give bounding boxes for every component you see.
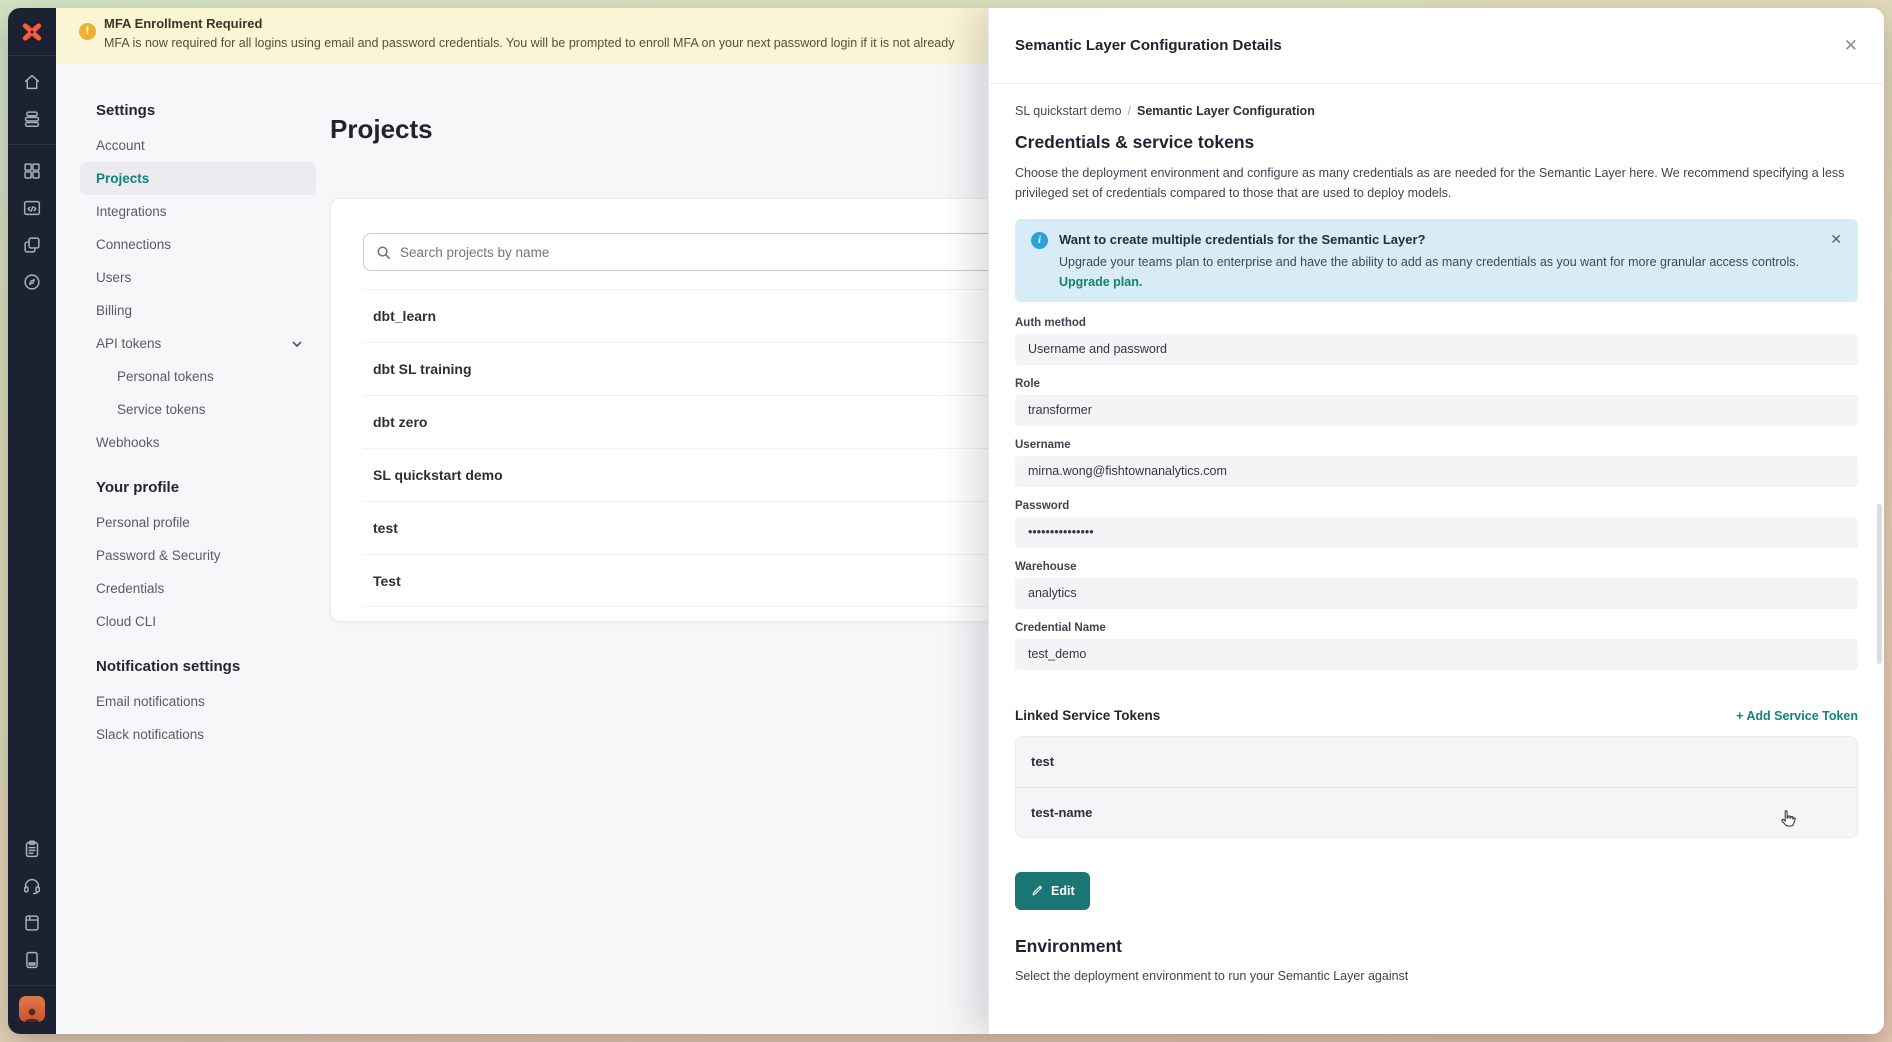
sidebar-item-integrations[interactable]: Integrations bbox=[80, 195, 316, 228]
notification-section-title: Notification settings bbox=[80, 658, 316, 685]
semantic-layer-panel: Semantic Layer Configuration Details ✕ S… bbox=[988, 8, 1884, 1034]
field-label-credential-name: Credential Name bbox=[1015, 622, 1858, 634]
docs-book-icon[interactable] bbox=[14, 904, 50, 941]
sidebar-item-billing[interactable]: Billing bbox=[80, 294, 316, 327]
mobile-app-icon[interactable] bbox=[14, 941, 50, 978]
project-row[interactable]: dbt SL training bbox=[363, 342, 1029, 395]
sidebar-item-personal-tokens[interactable]: Personal tokens bbox=[80, 360, 316, 393]
credentials-description: Choose the deployment environment and co… bbox=[1015, 163, 1858, 203]
sidebar-item-account[interactable]: Account bbox=[80, 129, 316, 162]
breadcrumb-parent[interactable]: SL quickstart demo bbox=[1015, 104, 1122, 118]
sidebar-item-connections[interactable]: Connections bbox=[80, 228, 316, 261]
search-input[interactable] bbox=[400, 245, 1010, 260]
projects-card: dbt_learn dbt SL training dbt zero SL qu… bbox=[330, 198, 1030, 622]
environment-description: Select the deployment environment to run… bbox=[1015, 969, 1858, 983]
field-label-password: Password bbox=[1015, 500, 1858, 512]
panel-title: Semantic Layer Configuration Details bbox=[1015, 37, 1844, 54]
info-icon: i bbox=[1031, 232, 1048, 249]
service-token-row[interactable]: test-name bbox=[1016, 787, 1857, 837]
upgrade-callout-title: Want to create multiple credentials for … bbox=[1059, 232, 1814, 247]
page-title: Projects bbox=[330, 114, 433, 145]
icon-rail bbox=[8, 8, 56, 1034]
environment-heading: Environment bbox=[1015, 936, 1858, 957]
mfa-banner-body: MFA is now required for all logins using… bbox=[104, 36, 978, 50]
panel-body: SL quickstart demo / Semantic Layer Config… bbox=[989, 84, 1884, 983]
upgrade-plan-link[interactable]: Upgrade plan. bbox=[1059, 275, 1814, 289]
profile-section-title: Your profile bbox=[80, 479, 316, 506]
sidebar-item-email-notifications[interactable]: Email notifications bbox=[80, 685, 316, 718]
sidebar-item-api-tokens[interactable]: API tokens bbox=[80, 327, 316, 360]
field-label-username: Username bbox=[1015, 439, 1858, 451]
edit-button[interactable]: Edit bbox=[1015, 872, 1090, 910]
edit-button-label: Edit bbox=[1051, 884, 1075, 898]
explore-compass-icon[interactable] bbox=[14, 263, 50, 300]
breadcrumb-separator: / bbox=[1128, 104, 1131, 118]
upgrade-callout-body: Upgrade your teams plan to enterprise an… bbox=[1059, 253, 1814, 272]
settings-nav-title: Settings bbox=[80, 102, 316, 129]
password-field[interactable]: ••••••••••••••• bbox=[1015, 517, 1858, 548]
deploy-stack-icon[interactable] bbox=[14, 100, 50, 137]
home-icon[interactable] bbox=[14, 63, 50, 100]
service-token-list: test test-name bbox=[1015, 736, 1858, 838]
sidebar-item-slack-notifications[interactable]: Slack notifications bbox=[80, 718, 316, 751]
user-avatar[interactable] bbox=[19, 996, 45, 1022]
project-list: dbt_learn dbt SL training dbt zero SL qu… bbox=[363, 289, 1029, 607]
pencil-icon bbox=[1030, 884, 1044, 898]
role-field[interactable]: transformer bbox=[1015, 395, 1858, 426]
sidebar-item-cloud-cli[interactable]: Cloud CLI bbox=[80, 605, 316, 638]
dbt-logo[interactable] bbox=[8, 8, 56, 56]
credentials-heading: Credentials & service tokens bbox=[1015, 132, 1858, 153]
service-token-row[interactable]: test bbox=[1016, 737, 1857, 787]
callout-close-icon[interactable]: ✕ bbox=[1830, 231, 1842, 248]
settings-nav: Settings Account Projects Integrations C… bbox=[80, 102, 316, 751]
upgrade-callout: i Want to create multiple credentials fo… bbox=[1015, 219, 1858, 302]
field-label-auth-method: Auth method bbox=[1015, 317, 1858, 329]
linked-tokens-heading: Linked Service Tokens bbox=[1015, 708, 1160, 723]
mfa-banner: ! MFA Enrollment Required MFA is now req… bbox=[56, 8, 988, 64]
app-window: ! MFA Enrollment Required MFA is now req… bbox=[8, 8, 1884, 1034]
sidebar-item-projects[interactable]: Projects bbox=[80, 162, 316, 195]
close-icon[interactable]: ✕ bbox=[1844, 37, 1858, 54]
field-label-warehouse: Warehouse bbox=[1015, 561, 1858, 573]
project-row[interactable]: dbt zero bbox=[363, 395, 1029, 448]
search-icon bbox=[376, 245, 391, 260]
project-row[interactable]: dbt_learn bbox=[363, 289, 1029, 342]
tasks-clipboard-icon[interactable] bbox=[14, 830, 50, 867]
sidebar-item-service-tokens[interactable]: Service tokens bbox=[80, 393, 316, 426]
sidebar-item-users[interactable]: Users bbox=[80, 261, 316, 294]
breadcrumb-current: Semantic Layer Configuration bbox=[1137, 104, 1315, 118]
sidebar-item-password-security[interactable]: Password & Security bbox=[80, 539, 316, 572]
project-row[interactable]: Test bbox=[363, 554, 1029, 607]
projects-copy-icon[interactable] bbox=[14, 226, 50, 263]
chevron-down-icon bbox=[290, 337, 304, 351]
credential-name-field[interactable]: test_demo bbox=[1015, 639, 1858, 670]
panel-header: Semantic Layer Configuration Details ✕ bbox=[989, 8, 1884, 84]
auth-method-field[interactable]: Username and password bbox=[1015, 334, 1858, 365]
warehouse-field[interactable]: analytics bbox=[1015, 578, 1858, 609]
project-search[interactable] bbox=[363, 233, 1011, 271]
support-headset-icon[interactable] bbox=[14, 867, 50, 904]
develop-ide-icon[interactable] bbox=[14, 189, 50, 226]
sidebar-item-credentials[interactable]: Credentials bbox=[80, 572, 316, 605]
breadcrumb: SL quickstart demo / Semantic Layer Config… bbox=[1015, 104, 1858, 118]
sidebar-item-webhooks[interactable]: Webhooks bbox=[80, 426, 316, 459]
username-field[interactable]: mirna.wong@fishtownanalytics.com bbox=[1015, 456, 1858, 487]
sidebar-item-personal-profile[interactable]: Personal profile bbox=[80, 506, 316, 539]
project-row[interactable]: SL quickstart demo bbox=[363, 448, 1029, 501]
panel-scrollbar[interactable] bbox=[1877, 504, 1882, 664]
add-service-token-button[interactable]: + Add Service Token bbox=[1736, 709, 1858, 723]
dashboard-grid-icon[interactable] bbox=[14, 152, 50, 189]
warning-icon: ! bbox=[79, 23, 96, 40]
field-label-role: Role bbox=[1015, 378, 1858, 390]
mfa-banner-title: MFA Enrollment Required bbox=[104, 16, 978, 31]
project-row[interactable]: test bbox=[363, 501, 1029, 554]
